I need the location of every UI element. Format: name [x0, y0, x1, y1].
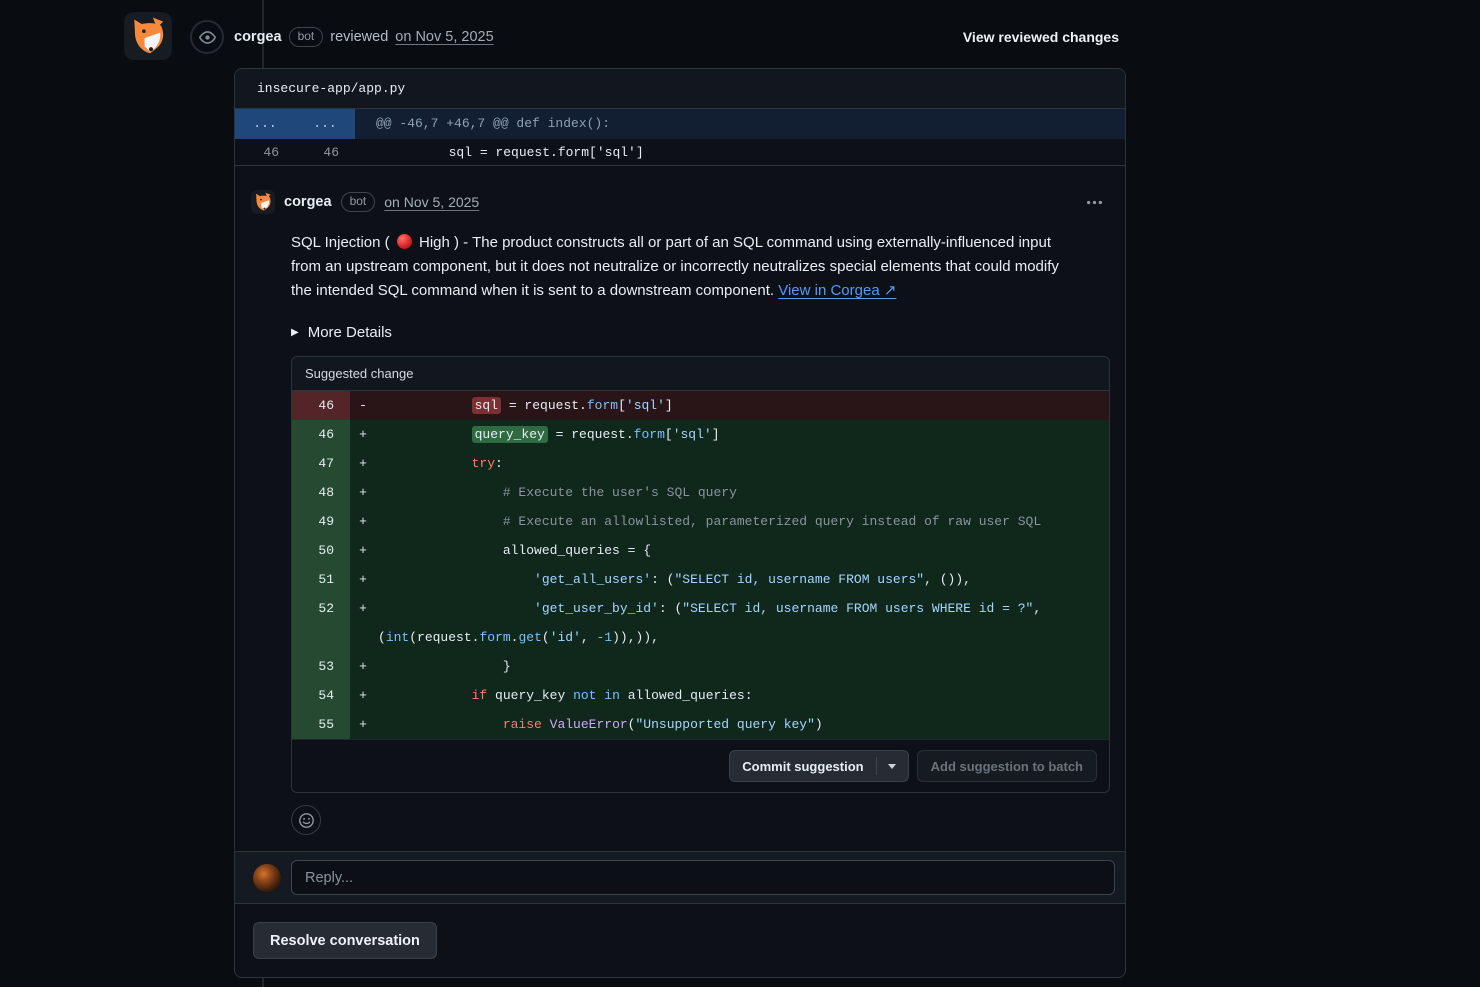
- expand-diff-down-button[interactable]: ...: [295, 109, 355, 139]
- line-number: 50: [292, 536, 350, 565]
- new-line-number: 46: [295, 139, 355, 165]
- diff-context-line: 46 46 sql = request.form['sql']: [235, 139, 1125, 166]
- diff-sign: +: [350, 507, 376, 536]
- suggestion-diff: 46- sql = request.form['sql']46+ query_k…: [292, 391, 1109, 739]
- commit-suggestion-label: Commit suggestion: [742, 759, 863, 774]
- add-suggestion-to-batch-button[interactable]: Add suggestion to batch: [917, 750, 1097, 782]
- diff-hunk-row: ... ... @@ -46,7 +46,7 @@ def index():: [235, 109, 1125, 139]
- comment-author-name[interactable]: corgea: [284, 194, 332, 210]
- diff-sign: +: [350, 449, 376, 478]
- code-text: query_key = request.form['sql']: [376, 420, 1109, 449]
- hunk-header: @@ -46,7 +46,7 @@ def index():: [355, 109, 1125, 139]
- diff-sign: +: [350, 420, 376, 449]
- reviewer-avatar[interactable]: [124, 12, 172, 60]
- corgea-fox-logo-icon: [252, 191, 274, 213]
- code-text: sql = request.form['sql']: [376, 391, 1109, 420]
- button-divider: [876, 757, 877, 775]
- suggestion-line-54-add: 54+ if query_key not in allowed_queries:: [292, 681, 1109, 710]
- comment-options-button[interactable]: [1082, 192, 1107, 213]
- line-number: 53: [292, 652, 350, 681]
- review-action-text: reviewed: [330, 29, 388, 45]
- line-number: 54: [292, 681, 350, 710]
- commit-suggestion-button[interactable]: Commit suggestion: [729, 750, 908, 782]
- code-text: 'get_user_by_id': ("SELECT id, username …: [376, 594, 1109, 652]
- comment-thread: corgea bot on Nov 5, 2025 SQL Injection …: [235, 166, 1125, 851]
- code-text: }: [376, 652, 1109, 681]
- suggestion-actions: Commit suggestion Add suggestion to batc…: [292, 739, 1109, 792]
- expand-diff-up-button[interactable]: ...: [235, 109, 295, 139]
- reply-input[interactable]: [291, 860, 1115, 895]
- file-name[interactable]: insecure-app/app.py: [235, 69, 1125, 109]
- suggestion-line-50-add: 50+ allowed_queries = {: [292, 536, 1109, 565]
- add-reaction-button[interactable]: [291, 805, 321, 835]
- line-number: 47: [292, 449, 350, 478]
- suggestion-line-51-add: 51+ 'get_all_users': ("SELECT id, userna…: [292, 565, 1109, 594]
- diff-expander: ... ...: [235, 109, 355, 139]
- diff-sign: +: [350, 536, 376, 565]
- smiley-icon: [298, 812, 315, 829]
- context-code: sql = request.form['sql']: [355, 139, 1125, 165]
- comment-text: SQL Injection (: [291, 234, 394, 251]
- line-number: 51: [292, 565, 350, 594]
- current-user-avatar[interactable]: [253, 864, 281, 892]
- comment-header: corgea bot on Nov 5, 2025: [251, 190, 1107, 214]
- diff-sign: +: [350, 565, 376, 594]
- more-details-toggle[interactable]: ▶ More Details: [291, 324, 392, 341]
- line-number: 52: [292, 594, 350, 652]
- suggested-change-block: Suggested change 46- sql = request.form[…: [291, 356, 1110, 793]
- severity-high-dot: [397, 234, 412, 249]
- code-text: # Execute the user's SQL query: [376, 478, 1109, 507]
- diff-sign: +: [350, 681, 376, 710]
- suggestion-line-46-del: 46- sql = request.form['sql']: [292, 391, 1109, 420]
- disclosure-triangle-icon: ▶: [291, 327, 299, 338]
- diff-sign: +: [350, 652, 376, 681]
- comment-bot-badge: bot: [341, 192, 376, 212]
- dropdown-caret-icon: [888, 764, 896, 769]
- review-date-link[interactable]: on Nov 5, 2025: [395, 29, 493, 45]
- suggestion-line-46-add: 46+ query_key = request.form['sql']: [292, 420, 1109, 449]
- suggestion-line-52-add: 52+ 'get_user_by_id': ("SELECT id, usern…: [292, 594, 1109, 652]
- suggestion-line-47-add: 47+ try:: [292, 449, 1109, 478]
- comment-body: SQL Injection ( High ) - The product con…: [291, 231, 1083, 303]
- line-number: 49: [292, 507, 350, 536]
- code-text: try:: [376, 449, 1109, 478]
- suggestion-line-48-add: 48+ # Execute the user's SQL query: [292, 478, 1109, 507]
- review-card: insecure-app/app.py ... ... @@ -46,7 +46…: [234, 68, 1126, 978]
- review-header: corgea bot reviewed on Nov 5, 2025: [234, 27, 494, 47]
- line-number: 46: [292, 420, 350, 449]
- view-reviewed-changes-link[interactable]: View reviewed changes: [963, 29, 1119, 45]
- comment-author-avatar[interactable]: [251, 190, 275, 214]
- old-line-number: 46: [235, 139, 295, 165]
- eye-icon: [199, 29, 216, 46]
- reviewer-name[interactable]: corgea: [234, 29, 282, 45]
- kebab-horizontal-icon: [1086, 194, 1103, 211]
- resolve-conversation-button[interactable]: Resolve conversation: [253, 922, 437, 959]
- diff-sign: +: [350, 710, 376, 739]
- code-text: if query_key not in allowed_queries:: [376, 681, 1109, 710]
- corgea-fox-logo-icon: [126, 14, 170, 58]
- diff-sign: +: [350, 594, 376, 652]
- code-text: allowed_queries = {: [376, 536, 1109, 565]
- diff-sign: -: [350, 391, 376, 420]
- line-number: 48: [292, 478, 350, 507]
- review-event-badge: [190, 20, 224, 54]
- reply-section: [235, 851, 1125, 903]
- suggestion-line-55-add: 55+ raise ValueError("Unsupported query …: [292, 710, 1109, 739]
- line-number: 46: [292, 391, 350, 420]
- suggested-change-title: Suggested change: [292, 357, 1109, 391]
- code-text: raise ValueError("Unsupported query key"…: [376, 710, 1109, 739]
- code-text: 'get_all_users': ("SELECT id, username F…: [376, 565, 1109, 594]
- resolve-section: Resolve conversation: [235, 903, 1125, 977]
- code-text: # Execute an allowlisted, parameterized …: [376, 507, 1109, 536]
- suggestion-line-53-add: 53+ }: [292, 652, 1109, 681]
- line-number: 55: [292, 710, 350, 739]
- suggestion-line-49-add: 49+ # Execute an allowlisted, parameteri…: [292, 507, 1109, 536]
- view-in-corgea-link[interactable]: View in Corgea ↗: [778, 282, 896, 299]
- bot-badge: bot: [289, 27, 324, 47]
- more-details-label: More Details: [308, 324, 392, 341]
- comment-date-link[interactable]: on Nov 5, 2025: [384, 194, 479, 210]
- diff-sign: +: [350, 478, 376, 507]
